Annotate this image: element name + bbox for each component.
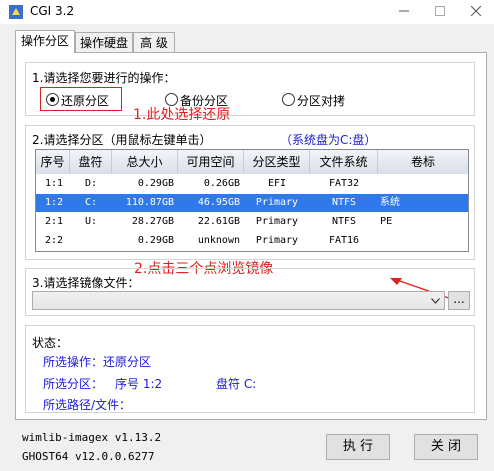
radio-dot: [50, 97, 55, 102]
status-path-label: 所选路径/文件：: [43, 398, 132, 412]
copy-radio[interactable]: [282, 93, 295, 106]
chevron-down-icon: [431, 298, 440, 304]
table-row[interactable]: 2:2 0.29GB unknown Primary FAT16: [36, 232, 468, 250]
table-cell-type: Primary: [255, 197, 299, 208]
column-header-free[interactable]: 可用空间: [178, 150, 244, 174]
table-cell-free: 46.95GB: [197, 197, 240, 208]
table-cell-fs: NTFS: [331, 216, 357, 227]
column-header-drive[interactable]: 盘符: [70, 150, 112, 174]
copy-option-label[interactable]: 分区对拷: [297, 92, 345, 109]
table-cell-index: 1:2: [44, 197, 64, 208]
operation-prompt: 1.请选择您要进行的操作：: [32, 71, 176, 85]
close-icon: [470, 5, 482, 17]
table-cell-fs: NTFS: [331, 197, 357, 208]
close-window-button[interactable]: [458, 0, 494, 24]
table-cell-label: 系统: [380, 197, 400, 208]
status-partition-drive: 盘符 C:: [216, 377, 257, 391]
partition-table[interactable]: 序号 盘符 总大小 可用空间 分区类型 文件系统 卷标 1:1 D: 0.29GB 0…: [35, 149, 469, 252]
table-cell-index: 2:1: [44, 216, 64, 227]
maximize-button[interactable]: [422, 0, 458, 24]
ghost-version: GHOST64 v12.0.0.6277: [22, 450, 155, 463]
table-cell-index: 2:2: [44, 235, 64, 246]
restore-radio[interactable]: [46, 93, 59, 106]
table-cell-total: 0.29GB: [137, 178, 174, 189]
maximize-icon: [435, 6, 445, 16]
table-cell-total: 110.87GB: [125, 197, 174, 208]
image-file-combobox[interactable]: [32, 291, 445, 310]
restore-option-label[interactable]: 还原分区: [61, 92, 109, 109]
table-cell-fs: FAT32: [328, 178, 360, 189]
column-header-type[interactable]: 分区类型: [244, 150, 310, 174]
column-header-index[interactable]: 序号: [36, 150, 70, 174]
partition-prompt: 2.请选择分区（用鼠标左键单击）: [32, 133, 212, 147]
table-cell-total: 0.29GB: [137, 235, 174, 246]
minimize-button[interactable]: [386, 0, 422, 24]
status-operation: 所选操作：还原分区: [43, 355, 152, 369]
image-prompt: 3.请选择镜像文件：: [32, 276, 140, 290]
wimlib-version: wimlib-imagex v1.13.2: [22, 431, 162, 444]
column-header-fs[interactable]: 文件系统: [310, 150, 378, 174]
status-heading: 状态：: [32, 336, 69, 350]
table-cell-free: 22.61GB: [197, 216, 240, 227]
table-cell-label: PE: [380, 216, 393, 227]
status-partition-label: 所选分区：: [43, 377, 104, 391]
table-row[interactable]: 2:1 U: 28.27GB 22.61GB Primary NTFS PE: [36, 213, 468, 231]
tab-disk[interactable]: 操作硬盘: [75, 32, 133, 52]
close-button[interactable]: 关 闭: [414, 434, 478, 460]
table-cell-type: EFI: [267, 178, 287, 189]
table-row[interactable]: 1:1 D: 0.29GB 0.26GB EFI FAT32: [36, 175, 468, 193]
system-disk-note: （系统盘为C:盘）: [280, 133, 377, 147]
app-icon: [8, 4, 24, 20]
table-row[interactable]: 1:2 C: 110.87GB 46.95GB Primary NTFS 系统: [36, 194, 468, 212]
run-button[interactable]: 执 行: [326, 434, 390, 460]
column-header-label[interactable]: 卷标: [378, 150, 468, 174]
table-cell-free: unknown: [197, 235, 240, 246]
table-cell-type: Primary: [255, 216, 299, 227]
window-title: CGI 3.2: [30, 4, 75, 18]
table-cell-fs: FAT16: [328, 235, 360, 246]
table-cell-drive: C:: [84, 197, 98, 208]
table-cell-drive: U:: [84, 216, 98, 227]
table-cell-type: Primary: [255, 235, 299, 246]
table-cell-drive: D:: [84, 178, 98, 189]
annotation-select-restore: 1.此处选择还原: [133, 107, 231, 123]
status-partition-index: 序号 1:2: [115, 377, 163, 391]
table-cell-index: 1:1: [44, 178, 64, 189]
table-cell-free: 0.26GB: [203, 178, 240, 189]
table-cell-total: 28.27GB: [131, 216, 174, 227]
column-header-total[interactable]: 总大小: [112, 150, 178, 174]
tab-partition[interactable]: 操作分区: [15, 30, 75, 53]
minimize-icon: [399, 10, 409, 12]
browse-button[interactable]: ...: [448, 291, 470, 310]
tab-advanced[interactable]: 高 级: [133, 32, 175, 52]
